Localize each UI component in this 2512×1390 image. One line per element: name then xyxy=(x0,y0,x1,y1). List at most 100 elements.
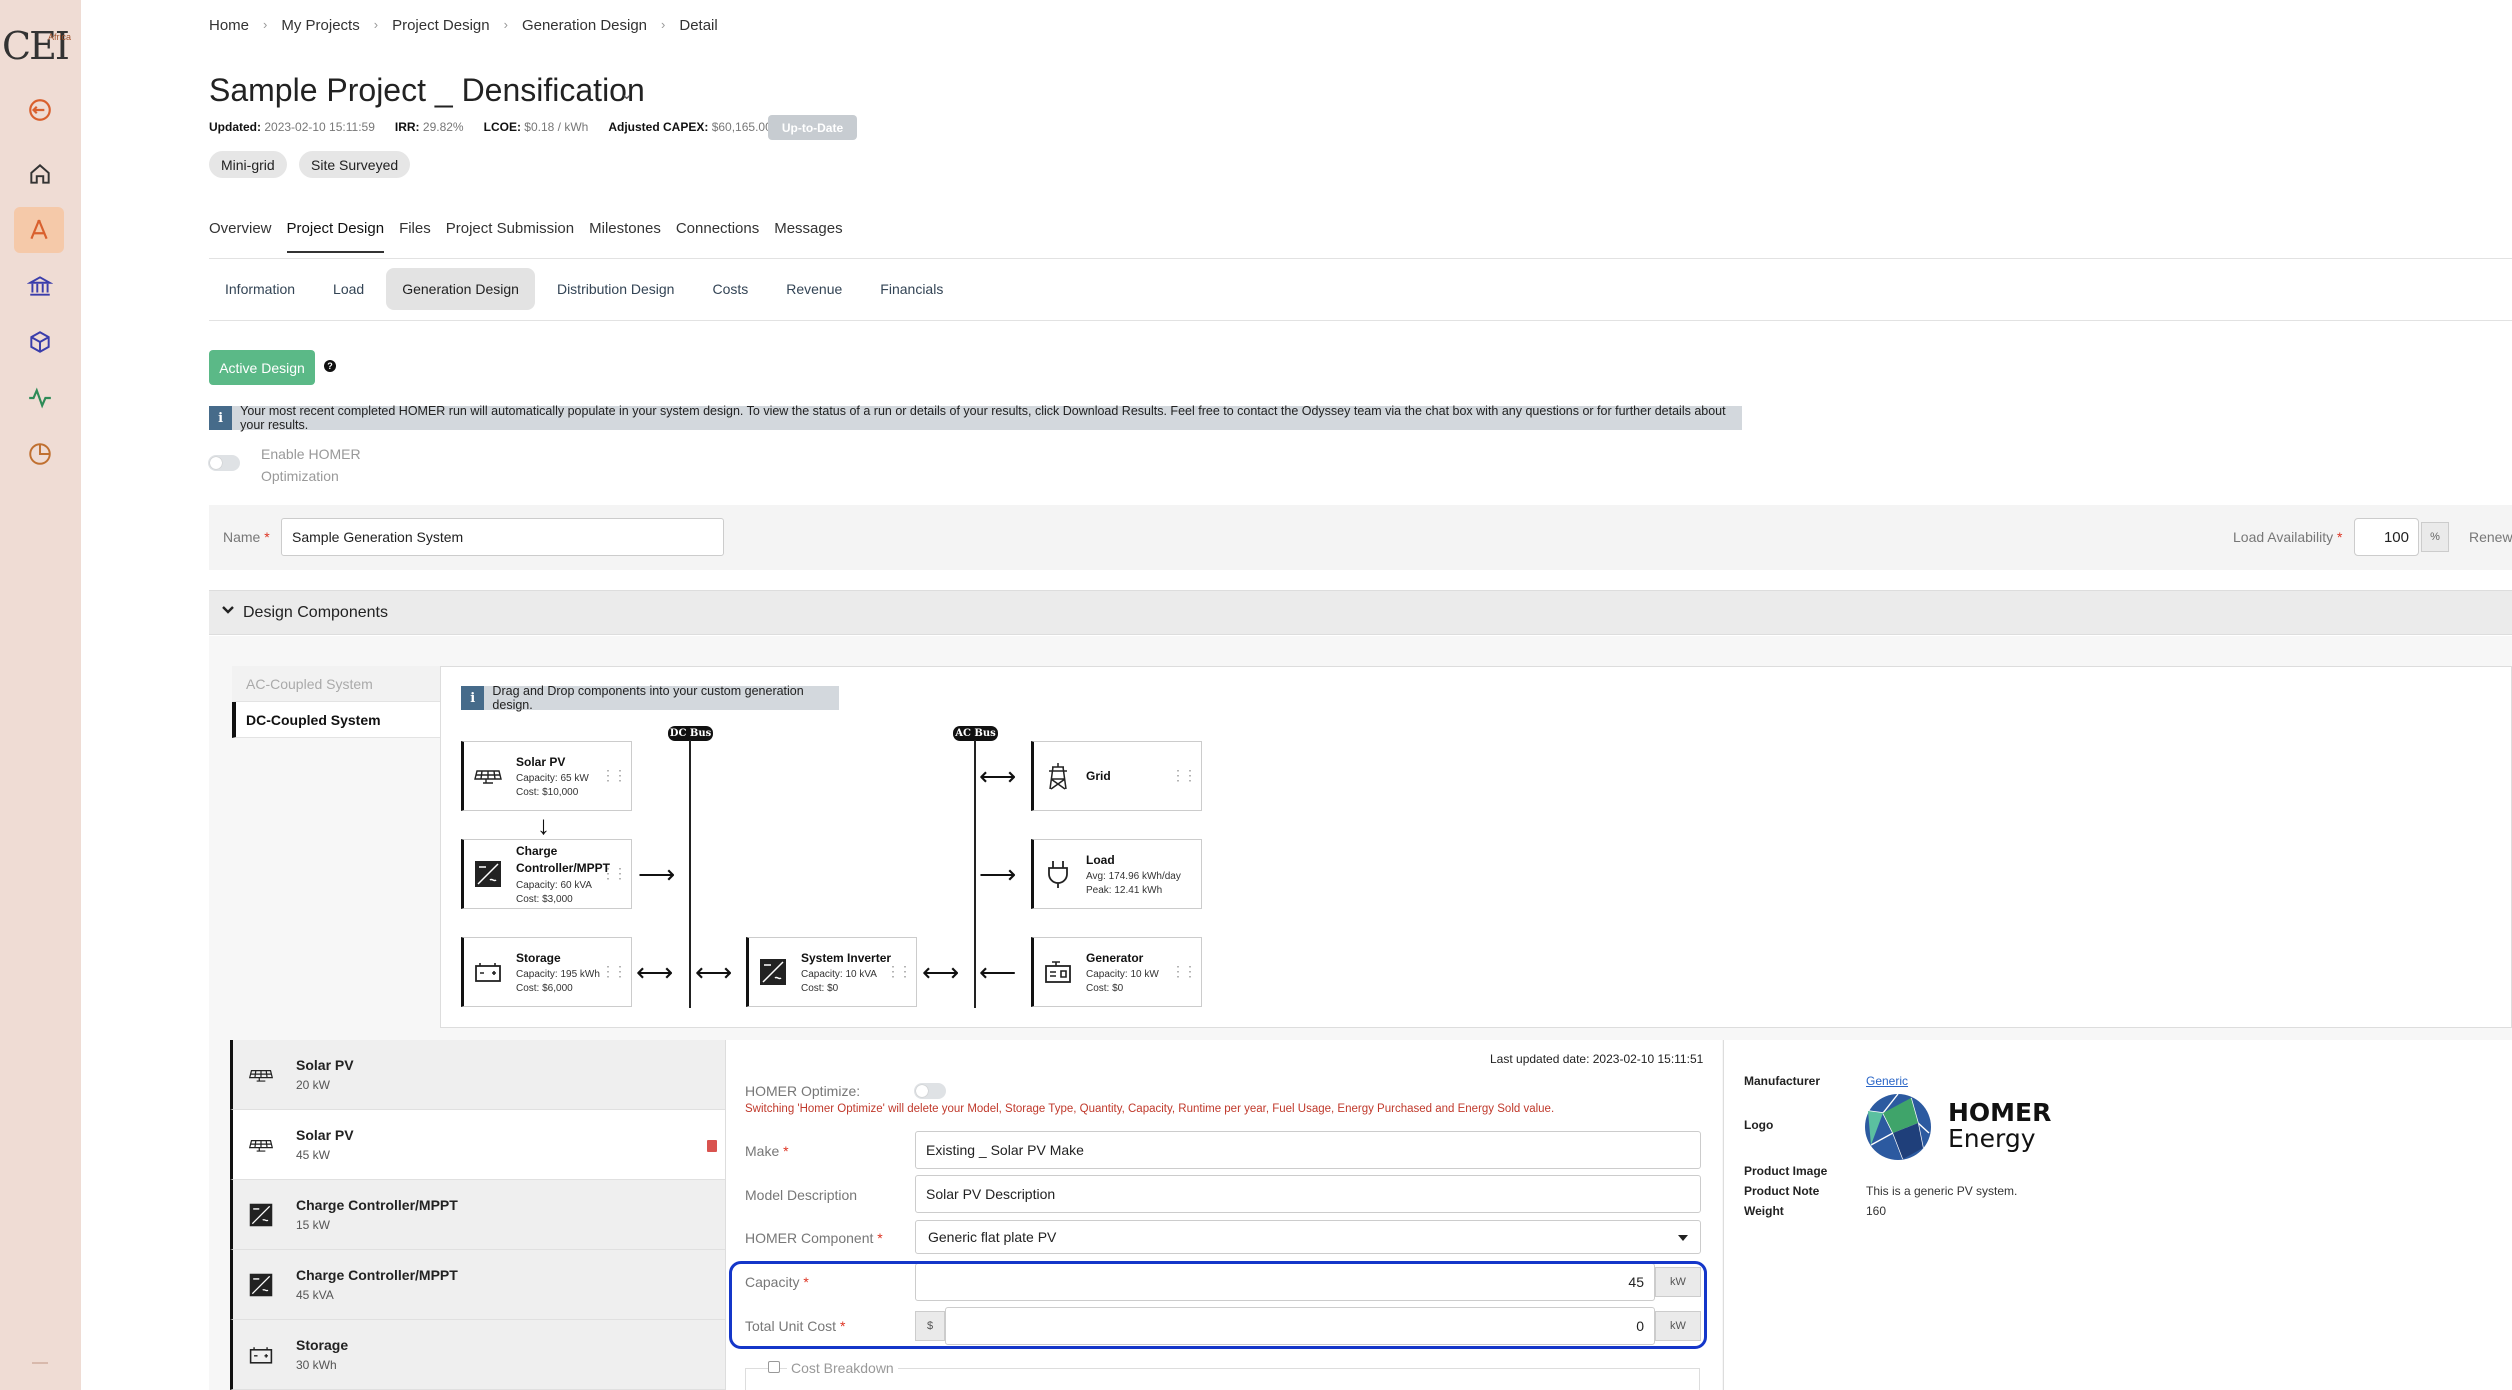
product-note-value: This is a generic PV system. xyxy=(1866,1184,2018,1198)
status-badge: Up-to-Date xyxy=(768,115,857,140)
model-description-input[interactable]: Solar PV Description xyxy=(915,1175,1701,1213)
main-tabs: Overview Project Design Files Project Su… xyxy=(209,220,858,253)
diagram-load[interactable]: Load Avg: 174.96 kWh/day Peak: 12.41 kWh xyxy=(1031,839,1202,909)
arrow-bidirectional: ⟷ xyxy=(695,957,733,987)
last-updated: Last updated date: 2023-02-10 15:11:51 xyxy=(1490,1052,1704,1066)
renew-label: Renew xyxy=(2469,529,2512,545)
list-item[interactable]: Solar PV 20 kW xyxy=(230,1040,725,1110)
bank-icon[interactable] xyxy=(22,268,58,304)
arrow-right: ⟶ xyxy=(979,859,1017,889)
design-compass-icon[interactable] xyxy=(14,207,64,253)
diagram-solar-pv[interactable]: Solar PV Capacity: 65 kW Cost: $10,000 ⋮… xyxy=(461,741,632,811)
tab-files[interactable]: Files xyxy=(399,220,431,253)
solar-panel-icon xyxy=(474,770,502,784)
tab-messages[interactable]: Messages xyxy=(774,220,842,253)
diagram-storage[interactable]: Storage Capacity: 195 kWh Cost: $6,000 ⋮… xyxy=(461,937,632,1007)
component-capacity: Capacity: 195 kWh xyxy=(516,969,600,980)
list-item[interactable]: Charge Controller/MPPT 45 kVA xyxy=(230,1250,725,1320)
subtab-information[interactable]: Information xyxy=(209,268,311,310)
make-label: Make * xyxy=(745,1143,789,1159)
design-components-header[interactable]: Design Components xyxy=(209,590,2512,635)
enable-homer-toggle[interactable] xyxy=(208,455,240,471)
subtab-generation-design[interactable]: Generation Design xyxy=(386,268,535,310)
diagram-charge-controller[interactable]: Charge Controller/MPPT Capacity: 60 kVA … xyxy=(461,839,632,909)
tab-milestones[interactable]: Milestones xyxy=(589,220,661,253)
diagram-grid[interactable]: Grid ⋮⋮ xyxy=(1031,741,1202,811)
drag-handle-icon[interactable]: ⋮⋮ xyxy=(601,767,627,784)
tab-dc-coupled[interactable]: DC-Coupled System xyxy=(232,702,441,738)
drag-handle-icon[interactable]: ⋮⋮ xyxy=(1171,963,1197,980)
package-icon[interactable] xyxy=(22,324,58,360)
system-tabs: AC-Coupled System DC-Coupled System xyxy=(232,666,441,738)
power-tower-icon xyxy=(1049,763,1067,790)
subtab-costs[interactable]: Costs xyxy=(696,268,764,310)
tab-project-design[interactable]: Project Design xyxy=(286,220,385,253)
breadcrumb-my-projects[interactable]: My Projects xyxy=(281,17,359,34)
diagram-generator[interactable]: Generator Capacity: 10 kW Cost: $0 ⋮⋮ xyxy=(1031,937,1202,1007)
capex-value: $60,165.00 xyxy=(711,120,772,134)
list-item[interactable]: Solar PV 45 kW xyxy=(230,1110,725,1180)
subtab-load[interactable]: Load xyxy=(317,268,380,310)
homer-optimize-toggle[interactable] xyxy=(914,1083,946,1099)
subtab-revenue[interactable]: Revenue xyxy=(770,268,858,310)
home-icon[interactable] xyxy=(22,156,58,192)
component-capacity: Capacity: 65 kW xyxy=(516,773,589,784)
arrow-right: ⟶ xyxy=(638,859,676,889)
drag-handle-icon[interactable]: ⋮⋮ xyxy=(601,865,627,882)
generator-icon xyxy=(1045,961,1071,983)
charge-controller-icon xyxy=(249,1273,273,1297)
trash-icon[interactable] xyxy=(707,1140,717,1152)
logout-icon[interactable] xyxy=(22,92,58,128)
component-capacity: Capacity: 10 kW xyxy=(1086,969,1159,980)
make-input[interactable]: Existing _ Solar PV Make xyxy=(915,1131,1701,1169)
logo-label: Logo xyxy=(1744,1118,1774,1132)
homer-component-value: Generic flat plate PV xyxy=(928,1229,1057,1245)
diagram-system-inverter[interactable]: System Inverter Capacity: 10 kVA Cost: $… xyxy=(746,937,917,1007)
active-design-button[interactable]: Active Design xyxy=(209,350,315,385)
tab-connections[interactable]: Connections xyxy=(676,220,759,253)
drag-handle-icon[interactable]: ⋮⋮ xyxy=(886,963,912,980)
subtab-distribution-design[interactable]: Distribution Design xyxy=(541,268,691,310)
component-cost: Cost: $0 xyxy=(801,983,839,994)
component-list: Solar PV 20 kW Solar PV 45 kW Charge Con… xyxy=(230,1040,725,1390)
cost-breakdown-checkbox[interactable] xyxy=(768,1361,780,1373)
ac-bus-label: AC Bus xyxy=(953,726,998,741)
chevron-down-icon xyxy=(221,603,235,620)
load-availability-label: Load Availability * xyxy=(2233,529,2343,545)
drag-handle-icon[interactable]: ⋮⋮ xyxy=(1171,767,1197,784)
activity-icon[interactable] xyxy=(22,380,58,416)
tab-project-submission[interactable]: Project Submission xyxy=(446,220,574,253)
info-banner: i Your most recent completed HOMER run w… xyxy=(209,404,1742,432)
breadcrumb-generation-design[interactable]: Generation Design xyxy=(522,17,647,34)
list-item[interactable]: Storage 30 kWh xyxy=(230,1320,725,1390)
breadcrumb-home[interactable]: Home xyxy=(209,17,249,34)
tag-site-surveyed: Site Surveyed xyxy=(299,151,411,178)
subtab-financials[interactable]: Financials xyxy=(864,268,959,310)
load-availability-input[interactable]: 100 xyxy=(2354,518,2419,556)
product-note-label: Product Note xyxy=(1744,1184,1820,1198)
breadcrumb-project-design[interactable]: Project Design xyxy=(392,17,490,34)
list-item-size: 20 kW xyxy=(296,1078,331,1092)
arrow-down: ↓ xyxy=(537,810,550,840)
list-item[interactable]: Charge Controller/MPPT 15 kW xyxy=(230,1180,725,1250)
help-icon[interactable]: ? xyxy=(324,360,336,372)
app-logo[interactable]: CEI Africa xyxy=(2,24,80,68)
irr-value: 29.82% xyxy=(422,120,464,134)
tab-overview[interactable]: Overview xyxy=(209,220,272,253)
battery-icon xyxy=(249,1347,273,1364)
manufacturer-link[interactable]: Generic xyxy=(1866,1074,1908,1088)
tab-ac-coupled[interactable]: AC-Coupled System xyxy=(232,666,441,702)
divider xyxy=(209,320,2512,321)
list-item-size: 45 kVA xyxy=(296,1288,334,1302)
highlight-box xyxy=(729,1261,1707,1349)
pie-chart-icon[interactable] xyxy=(22,436,58,472)
arrow-bidirectional: ⟷ xyxy=(636,957,674,987)
drag-handle-icon[interactable]: ⋮⋮ xyxy=(601,963,627,980)
homer-component-select[interactable]: Generic flat plate PV xyxy=(915,1220,1701,1254)
charge-controller-icon xyxy=(475,861,501,887)
chevron-down-icon[interactable]: ⌄ xyxy=(620,84,633,104)
homer-energy-logo xyxy=(1865,1093,1931,1160)
name-input[interactable]: Sample Generation System xyxy=(281,518,724,556)
charge-controller-icon xyxy=(249,1203,273,1227)
capex-label: Adjusted CAPEX: xyxy=(608,120,709,134)
